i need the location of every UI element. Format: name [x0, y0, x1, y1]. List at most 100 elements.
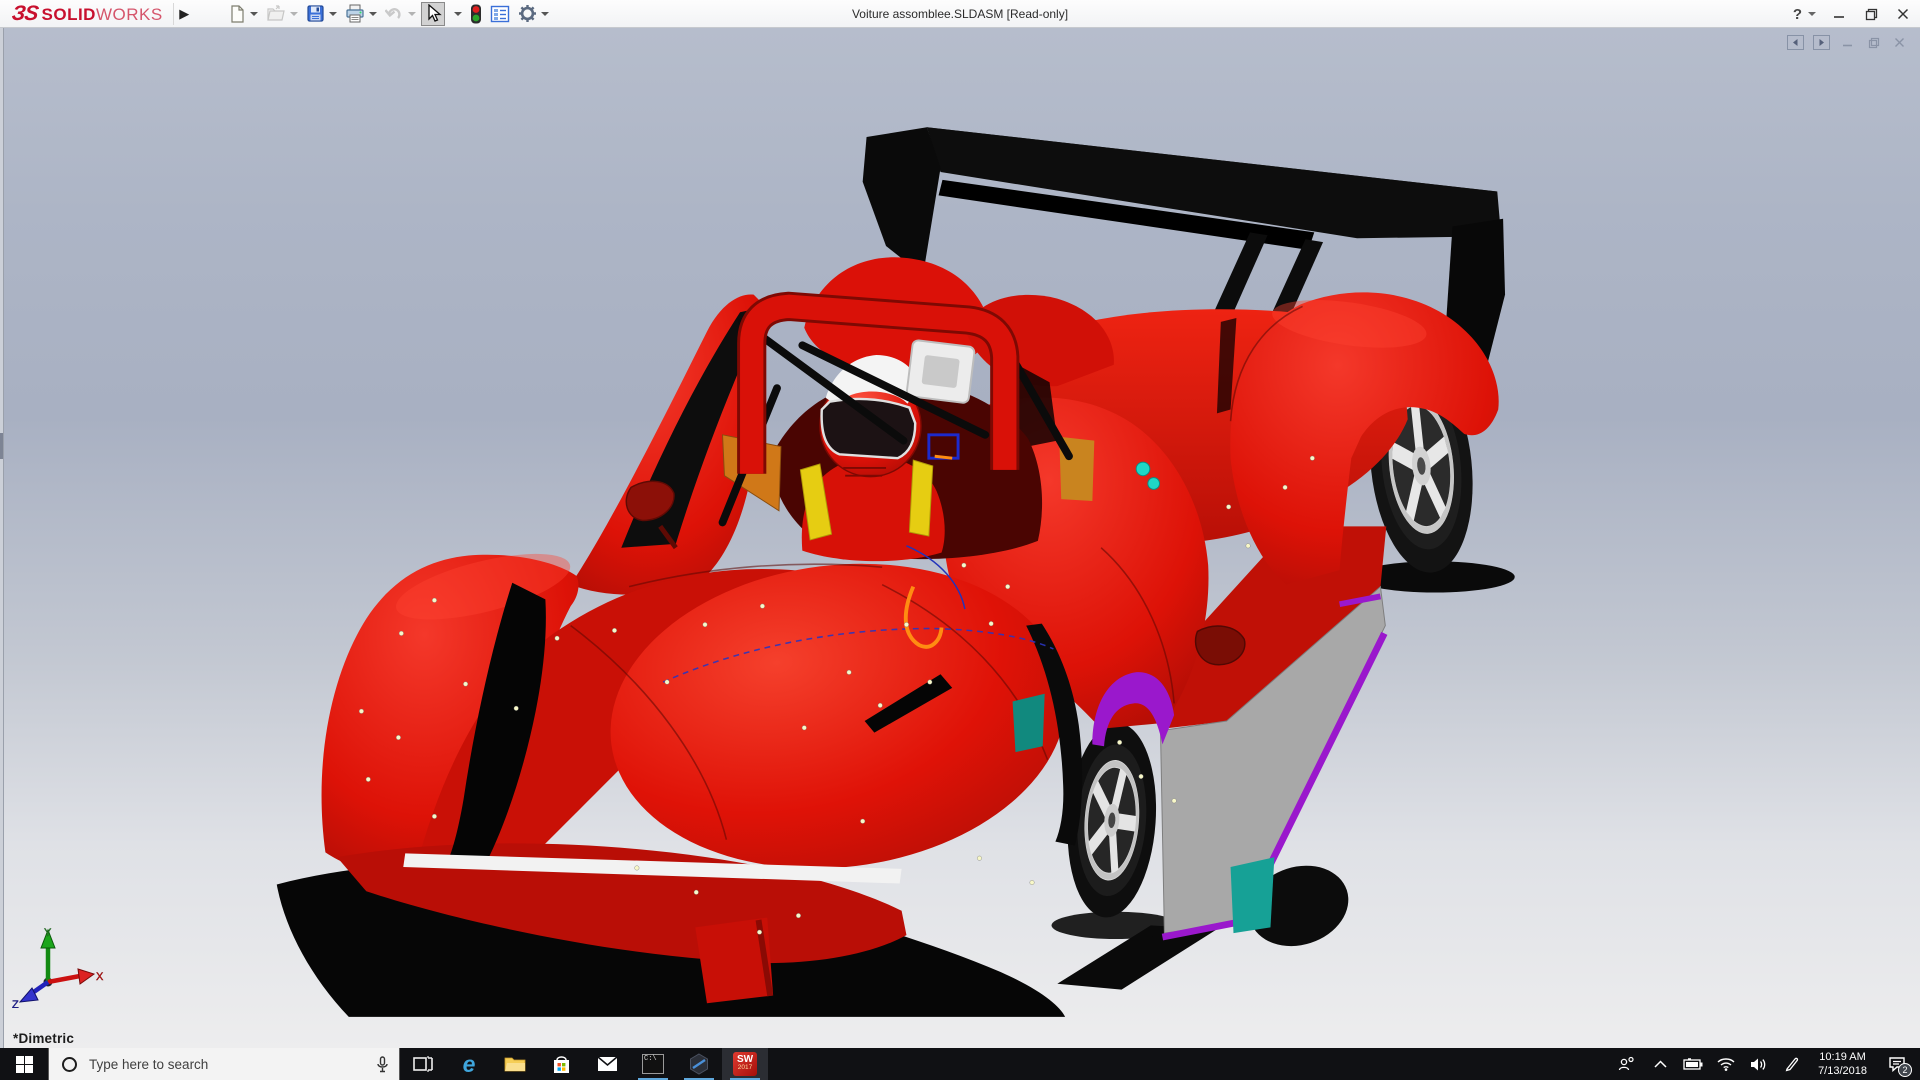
select-dropdown[interactable] — [447, 2, 465, 26]
restore-icon — [1865, 8, 1878, 21]
system-tray: 10:19 AM 7/13/2018 2 — [1614, 1048, 1920, 1080]
arrow-left-icon — [1791, 38, 1800, 47]
notification-badge: 2 — [1898, 1063, 1912, 1077]
command-prompt-icon: C:\ — [642, 1054, 664, 1074]
minimize-icon — [1833, 8, 1845, 20]
cortana-icon — [62, 1057, 77, 1072]
undo-icon — [385, 5, 404, 23]
triad-y-label: Y — [44, 927, 52, 939]
wifi-button[interactable] — [1713, 1048, 1739, 1080]
minimize-icon — [1842, 37, 1853, 48]
taskbar-app-icons: e C:\ — [400, 1048, 768, 1080]
menu-flyout-button[interactable]: ▶ — [173, 3, 195, 25]
save-button[interactable] — [303, 2, 340, 26]
edge-button[interactable]: e — [446, 1048, 492, 1080]
mail-icon — [597, 1056, 618, 1072]
file-explorer-icon — [504, 1055, 526, 1073]
store-icon — [552, 1055, 571, 1074]
clock[interactable]: 10:19 AM 7/13/2018 — [1812, 1050, 1873, 1079]
open-button[interactable] — [263, 2, 301, 26]
undo-button[interactable] — [382, 2, 419, 26]
windows-taskbar: Type here to search e — [0, 1048, 1920, 1080]
dropdown-arrow-icon[interactable] — [408, 12, 416, 16]
app-titlebar: ЗS SOLIDWORKS ▶ — [0, 0, 1920, 28]
print-button[interactable] — [342, 2, 380, 26]
doc-close-button[interactable] — [1891, 35, 1908, 50]
doc-restore-button[interactable] — [1865, 35, 1882, 50]
clock-date: 7/13/2018 — [1818, 1064, 1867, 1078]
close-button[interactable] — [1894, 5, 1912, 23]
task-view-button[interactable] — [400, 1048, 446, 1080]
previous-window-button[interactable] — [1787, 35, 1804, 50]
solidworks-2017-icon: SW2017 — [733, 1052, 757, 1076]
triad-z-label: Z — [12, 999, 19, 1008]
help-dropdown-arrow-icon[interactable] — [1808, 12, 1816, 16]
doc-minimize-button[interactable] — [1839, 35, 1856, 50]
dropdown-arrow-icon[interactable] — [454, 12, 462, 16]
select-tool-button[interactable] — [421, 2, 445, 26]
store-button[interactable] — [538, 1048, 584, 1080]
speaker-icon — [1750, 1057, 1768, 1072]
pen-icon — [1784, 1056, 1800, 1072]
battery-button[interactable] — [1680, 1048, 1706, 1080]
cockpit-mirror-box — [906, 340, 975, 404]
file-explorer-button[interactable] — [492, 1048, 538, 1080]
task-view-icon — [413, 1055, 433, 1073]
command-prompt-button[interactable]: C:\ — [630, 1048, 676, 1080]
mail-button[interactable] — [584, 1048, 630, 1080]
dropdown-arrow-icon[interactable] — [369, 12, 377, 16]
traffic-light-icon — [470, 4, 482, 24]
race-car-model[interactable] — [0, 28, 1920, 1048]
triad-x-label: X — [96, 971, 104, 983]
document-window-controls — [1787, 35, 1908, 50]
dropdown-arrow-icon[interactable] — [250, 12, 258, 16]
solidworks-logo: ЗS SOLIDWORKS — [0, 2, 173, 26]
arrow-right-icon — [1817, 38, 1826, 47]
cyan-fastener — [1148, 478, 1160, 490]
start-button[interactable] — [0, 1048, 48, 1080]
hexagon-viewer-icon — [688, 1053, 710, 1075]
feature-panel-splitter[interactable] — [0, 28, 4, 1048]
new-document-button[interactable] — [225, 2, 261, 26]
people-icon — [1618, 1056, 1636, 1072]
show-hidden-icons-button[interactable] — [1647, 1048, 1673, 1080]
help-button[interactable]: ? — [1793, 6, 1802, 23]
standard-toolbar — [225, 0, 552, 28]
dropdown-arrow-icon[interactable] — [541, 12, 549, 16]
windows-logo-icon — [16, 1056, 33, 1073]
chevron-up-icon — [1654, 1060, 1667, 1068]
cyan-fastener — [1136, 462, 1150, 476]
new-document-icon — [228, 5, 246, 23]
pen-button[interactable] — [1779, 1048, 1805, 1080]
interference-check-button[interactable] — [467, 2, 485, 26]
solidworks-taskbar-button[interactable]: SW2017 — [722, 1048, 768, 1080]
graphics-area[interactable]: Y X Z *Dimetric — [0, 28, 1920, 1048]
taskbar-search[interactable]: Type here to search — [48, 1048, 400, 1080]
action-center-button[interactable]: 2 — [1880, 1048, 1914, 1080]
next-window-button[interactable] — [1813, 35, 1830, 50]
clock-time: 10:19 AM — [1818, 1050, 1867, 1064]
close-icon — [1894, 37, 1905, 48]
dropdown-arrow-icon[interactable] — [329, 12, 337, 16]
dropdown-arrow-icon[interactable] — [290, 12, 298, 16]
options-button[interactable] — [515, 2, 552, 26]
people-button[interactable] — [1614, 1048, 1640, 1080]
panel-collapse-handle[interactable] — [0, 433, 3, 459]
search-placeholder-text: Type here to search — [89, 1057, 376, 1072]
display-pane-button[interactable] — [487, 2, 513, 26]
minimize-button[interactable] — [1830, 5, 1848, 23]
options-gear-icon — [518, 4, 537, 23]
display-pane-icon — [490, 5, 510, 23]
hexagon-viewer-button[interactable] — [676, 1048, 722, 1080]
edge-icon: e — [463, 1053, 476, 1076]
dassault-logo-icon: ЗS — [10, 2, 39, 26]
microphone-icon[interactable] — [376, 1056, 389, 1073]
open-icon — [266, 5, 286, 23]
select-cursor-icon — [424, 4, 442, 23]
orientation-triad[interactable]: Y X Z — [8, 924, 104, 1008]
restore-button[interactable] — [1862, 5, 1880, 23]
print-icon — [345, 4, 365, 23]
battery-icon — [1683, 1058, 1703, 1070]
volume-button[interactable] — [1746, 1048, 1772, 1080]
close-icon — [1897, 8, 1909, 20]
